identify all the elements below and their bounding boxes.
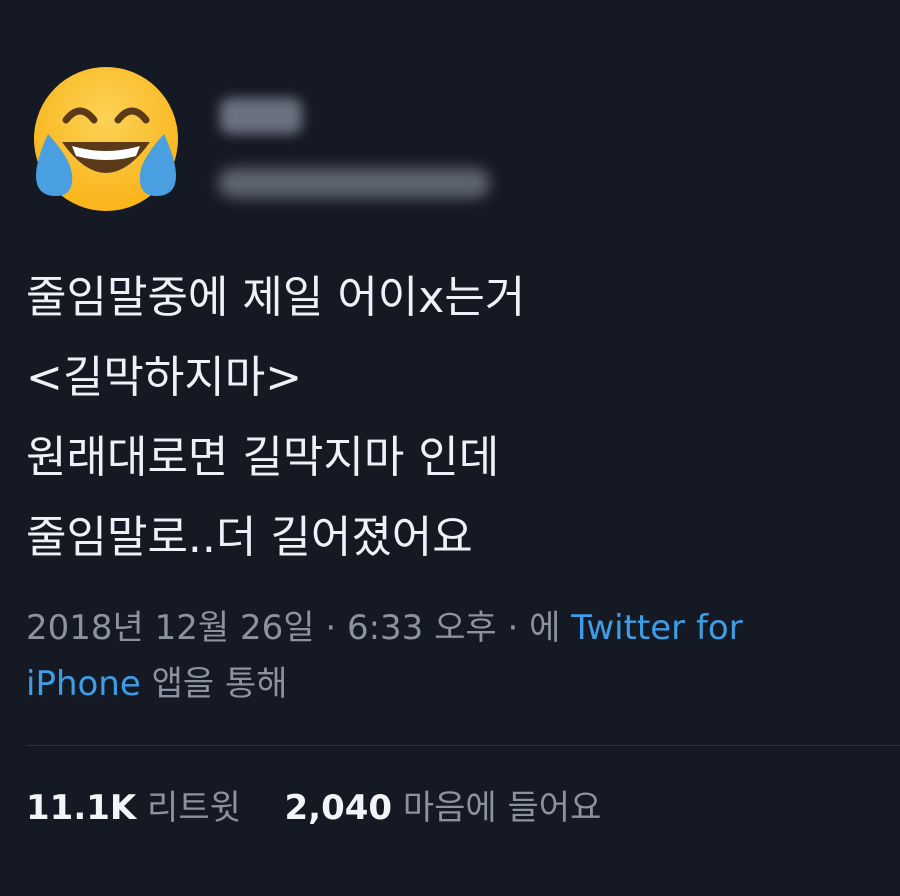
source-app-link[interactable]: Twitter for — [571, 608, 743, 648]
separator-dot: · — [496, 608, 530, 648]
likes-label[interactable]: 마음에 들어요 — [403, 788, 602, 828]
tweet-line: 원래대로면 길막지마 인데 — [26, 432, 500, 483]
retweets-label[interactable]: 리트윗 — [147, 788, 241, 828]
tweet-time[interactable]: 6:33 오후 — [347, 608, 497, 648]
blurred-user-handle — [218, 168, 490, 198]
via-prefix: 에 — [529, 608, 572, 648]
source-app-link-continued[interactable]: iPhone — [26, 664, 141, 704]
via-suffix: 앱을 통해 — [140, 664, 288, 704]
blurred-display-name — [220, 98, 302, 134]
metadata-line-1: 2018년 12월 26일 · 6:33 오후 · 에 Twitter for — [26, 600, 886, 656]
metadata-line-2: iPhone 앱을 통해 — [26, 656, 886, 712]
likes-count[interactable]: 2,040 — [285, 788, 393, 828]
tweet-date[interactable]: 2018년 12월 26일 — [26, 608, 315, 648]
separator-dot: · — [314, 608, 347, 648]
retweets-count[interactable]: 11.1K — [26, 788, 136, 828]
divider — [26, 745, 900, 746]
tweet-line: <길막하지마> — [26, 352, 303, 403]
tweet-line: 줄임말중에 제일 어이x는거 — [26, 272, 526, 323]
tweet-text: 줄임말중에 제일 어이x는거 <길막하지마> 원래대로면 길막지마 인데 줄임말… — [26, 258, 886, 578]
tweet-metadata: 2018년 12월 26일 · 6:33 오후 · 에 Twitter for … — [26, 600, 886, 712]
tweet-stats: 11.1K 리트윗 2,040 마음에 들어요 — [26, 780, 601, 836]
tweet-line: 줄임말로..더 길어졌어요 — [26, 512, 473, 563]
face-with-tears-of-joy-icon[interactable] — [22, 64, 190, 214]
